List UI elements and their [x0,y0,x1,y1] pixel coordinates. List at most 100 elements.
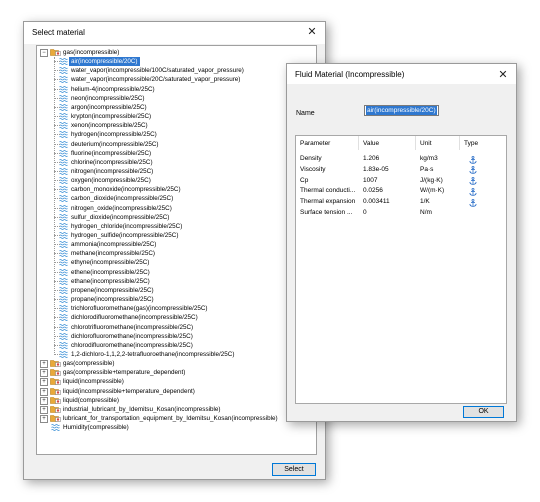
tree-item-label: deuterium(incompressible/25C) [71,140,159,148]
tree-group[interactable]: + gas(compressible+temperature_dependent… [37,368,316,378]
tree-item[interactable]: argon(incompressible/25C) [37,103,316,112]
tree-group[interactable]: + liquid(compressible) [37,396,316,405]
expand-icon[interactable]: + [40,387,48,396]
folder-icon [50,368,61,377]
anchor-icon[interactable] [469,177,477,185]
tree-item-label: ethyne(incompressible/25C) [71,259,150,267]
tree-item[interactable]: neon(incompressible/25C) [37,94,316,103]
tree-connector [54,88,60,90]
tree-item[interactable]: ethane(incompressible/25C) [37,277,316,286]
cell-value[interactable]: 1.83e-05 [363,166,389,173]
cell-value[interactable]: 1007 [363,177,377,184]
expand-icon[interactable]: + [40,396,48,405]
tree-item[interactable]: krypton(incompressible/25C) [37,112,316,121]
tree-item[interactable]: ammonia(incompressible/25C) [37,240,316,249]
tree-item[interactable]: dichlorodifluoromethane(incompressible/2… [37,313,316,322]
tree-item[interactable]: methane(incompressible/25C) [37,249,316,258]
close-icon[interactable]: ✕ [305,25,319,39]
tree-group[interactable]: − gas(incompressible) [37,48,316,57]
column-separator [459,136,460,150]
column-header[interactable]: Value [363,140,379,147]
tree-group[interactable]: + liquid(incompressible) [37,377,316,387]
material-icon [59,176,68,184]
expand-icon[interactable]: + [40,378,48,387]
expand-icon[interactable]: + [40,405,48,414]
material-icon [59,304,68,313]
tree-group[interactable]: + gas(compressible) [37,359,316,369]
expand-icon[interactable]: + [40,360,48,369]
anchor-icon[interactable] [469,155,477,164]
tree-item-label: hydrogen_chloride(incompressible/25C) [71,222,183,230]
tree-connector [54,262,60,264]
material-icon [59,94,68,102]
tree-item[interactable]: carbon_monoxide(incompressible/25C) [37,185,316,194]
cell-value[interactable]: 0.003411 [363,198,390,205]
column-header[interactable]: Unit [420,140,432,147]
tree-item[interactable]: propane(incompressible/25C) [37,295,316,304]
tree-item[interactable]: air(incompressible/20C) [37,57,316,67]
tree-item[interactable]: chlorine(incompressible/25C) [37,158,316,167]
cell-unit: kg/m3 [420,155,438,162]
material-icon [59,57,68,66]
tree-item[interactable]: helium-4(incompressible/25C) [37,85,316,94]
tree-item[interactable]: deuterium(incompressible/25C) [37,140,316,149]
tree-item[interactable]: hydrogen(incompressible/25C) [37,130,316,139]
tree-item[interactable]: chlorodifluoromethane(incompressible/25C… [37,341,316,350]
tree-connector [54,106,60,108]
tree-group[interactable]: + liquid(incompressible+temperature_depe… [37,387,316,396]
tree-item[interactable]: carbon_dioxide(incompressible/25C) [37,194,316,203]
material-icon [59,341,68,349]
material-icon [59,75,68,84]
tree-item[interactable]: water_vapor(incompressible/100C/saturate… [37,66,316,75]
expand-icon[interactable]: + [40,369,48,378]
tree-connector [54,353,60,355]
tree-group[interactable]: + lubricant_for_transportation_equipment… [37,414,316,423]
tree-item[interactable]: hydrogen_chloride(incompressible/25C) [37,222,316,231]
tree-item[interactable]: sulfur_dioxide(incompressible/25C) [37,213,316,222]
tree-item[interactable]: fluorine(incompressible/25C) [37,149,316,158]
name-field[interactable]: air(incompressible/20C) [364,105,439,116]
tree-item[interactable]: trichlorofluoromethane(gas)(incompressib… [37,304,316,313]
cell-value[interactable]: 0 [363,209,367,216]
tree-item[interactable]: ethene(incompressible/25C) [37,268,316,277]
column-header[interactable]: Type [464,140,478,147]
tree-item[interactable]: 1,2-dichloro-1,1,2,2-tetrafluoroethane(i… [37,350,316,359]
tree-connector [54,207,60,209]
anchor-icon[interactable] [469,198,477,207]
parameter-grid[interactable]: Parameter Value Unit Type Density 1.206 kg/m3 … [295,135,507,404]
expand-icon[interactable]: + [40,415,48,423]
tree-item-label: propane(incompressible/25C) [71,296,154,304]
tree-item[interactable]: hydrogen_sulfide(incompressible/25C) [37,231,316,240]
tree-connector [54,253,60,255]
tree-item[interactable]: dichlorofluoromethane(incompressible/25C… [37,332,316,341]
tree-group[interactable]: + industrial_lubricant_by_Idemitsu_Kosan… [37,405,316,414]
tree-item[interactable]: xenon(incompressible/25C) [37,121,316,130]
tree-item[interactable]: nitrogen_oxide(incompressible/25C) [37,204,316,213]
tree-item-label: chlorotrifluoromethane(incompressible/25… [71,323,194,331]
material-icon [59,66,68,75]
material-tree[interactable]: − gas(incompressible) air(incompressible… [36,45,317,455]
collapse-icon[interactable]: − [40,49,48,57]
anchor-icon[interactable] [469,187,477,196]
cell-value[interactable]: 0.0256 [363,187,383,194]
tree-item[interactable]: nitrogen(incompressible/25C) [37,167,316,176]
tree-connector [54,143,60,145]
tree-item[interactable]: ethyne(incompressible/25C) [37,258,316,267]
tree-group-label: liquid(incompressible+temperature_depend… [63,387,195,395]
material-icon [59,194,68,203]
tree-item[interactable]: water_vapor(incompressible/20C/saturated… [37,75,316,84]
anchor-icon[interactable] [469,166,477,175]
column-header[interactable]: Parameter [300,140,330,147]
cell-value[interactable]: 1.206 [363,155,379,162]
select-button[interactable]: Select [272,463,316,476]
tree-item-label: dichlorodifluoromethane(incompressible/2… [71,314,198,322]
tree-item[interactable]: oxygen(incompressible/25C) [37,176,316,185]
close-icon[interactable]: ✕ [496,68,510,82]
tree-item-label: krypton(incompressible/25C) [71,113,152,121]
tree-group-label: gas(compressible+temperature_dependent) [63,369,186,377]
tree-item[interactable]: propene(incompressible/25C) [37,286,316,295]
tree-connector [54,61,60,63]
tree-item[interactable]: Humidity(compressible) [37,423,316,432]
ok-button[interactable]: OK [463,406,504,418]
tree-item[interactable]: chlorotrifluoromethane(incompressible/25… [37,323,316,332]
